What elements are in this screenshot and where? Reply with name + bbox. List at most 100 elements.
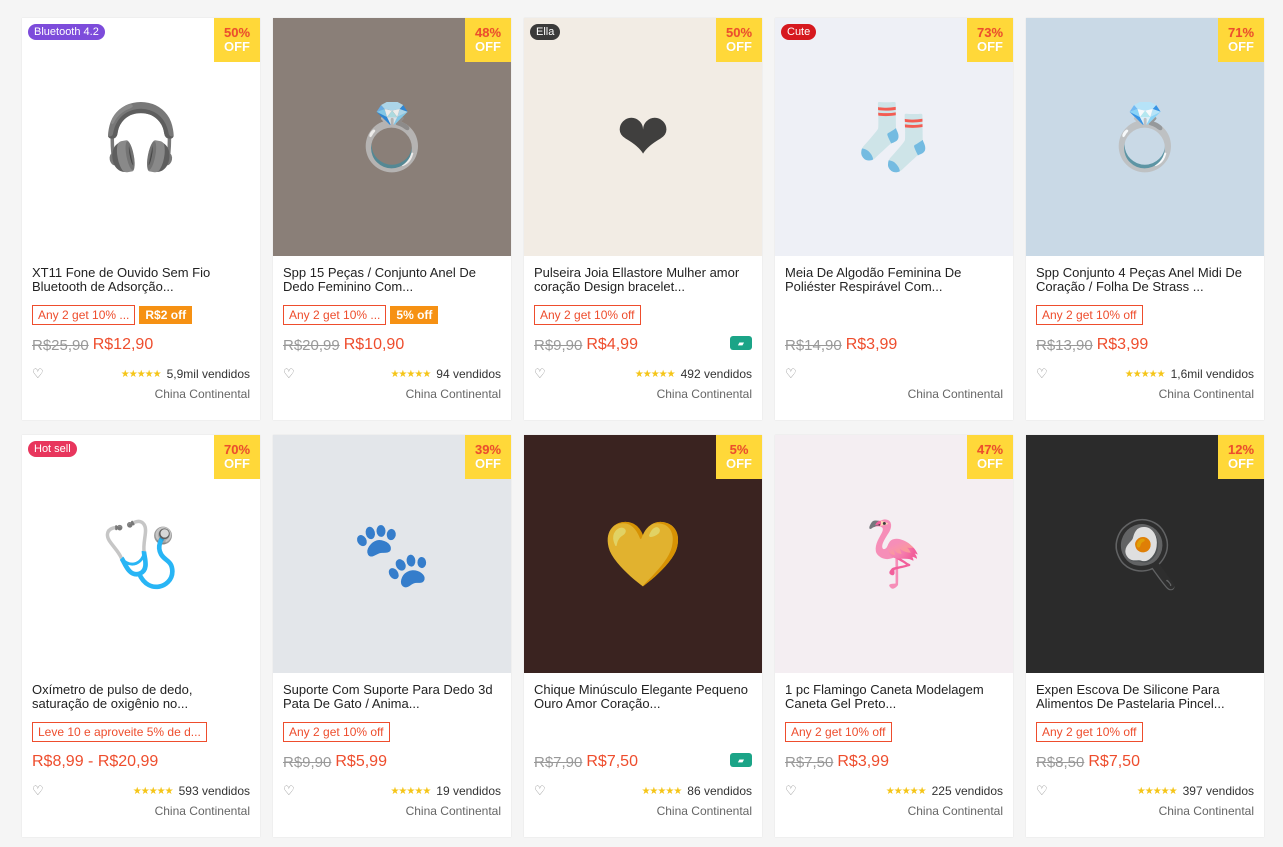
promo-tag: Any 2 get 10% off xyxy=(1036,305,1143,325)
product-image-art: 💛 xyxy=(603,517,683,590)
product-card[interactable]: 🍳 12% OFF Expen Escova De Silicone Para … xyxy=(1026,435,1264,837)
promo-discount-tag: 5% off xyxy=(390,306,439,324)
heart-outline-icon[interactable]: ♡ xyxy=(785,366,803,382)
sold-count: 86 vendidos xyxy=(687,784,752,798)
corner-badge: Ella xyxy=(530,24,561,40)
discount-badge: 50% OFF xyxy=(716,18,762,62)
product-name[interactable]: XT11 Fone de Ouvido Sem Fio Bluetooth de… xyxy=(22,256,260,294)
heart-outline-icon[interactable]: ♡ xyxy=(283,366,301,382)
product-name[interactable]: Chique Minúsculo Elegante Pequeno Ouro A… xyxy=(524,673,762,711)
meta-row: ♡ ★★★★★ 19 vendidos xyxy=(273,773,511,799)
product-card[interactable]: 💍 71% OFF Spp Conjunto 4 Peças Anel Midi… xyxy=(1026,18,1264,420)
promo-tag: Leve 10 e aproveite 5% de d... xyxy=(32,722,207,742)
price-row: R$14,90 R$3,99 ▰ xyxy=(775,326,1013,356)
shipping-location: China Continental xyxy=(154,387,250,401)
shipping-location: China Continental xyxy=(154,804,250,818)
discount-percent: 71% xyxy=(1227,25,1255,40)
product-name[interactable]: Spp Conjunto 4 Peças Anel Midi De Coraçã… xyxy=(1026,256,1264,294)
discount-badge: 47% OFF xyxy=(967,435,1013,479)
sold-count: 5,9mil vendidos xyxy=(166,367,250,381)
product-card[interactable]: 🎧 Bluetooth 4.2 50% OFF XT11 Fone de Ouv… xyxy=(22,18,260,420)
product-name[interactable]: Expen Escova De Silicone Para Alimentos … xyxy=(1026,673,1264,711)
heart-outline-icon[interactable]: ♡ xyxy=(283,783,301,799)
product-image[interactable]: 🎧 Bluetooth 4.2 50% OFF xyxy=(22,18,260,256)
meta-row: ♡ ★★★★★ 86 vendidos xyxy=(524,773,762,799)
discount-off-label: OFF xyxy=(977,456,1003,471)
product-image[interactable]: 🩺 Hot sell 70% OFF xyxy=(22,435,260,673)
sale-price: R$12,90 xyxy=(92,336,154,353)
product-name[interactable]: Oxímetro de pulso de dedo, saturação de … xyxy=(22,673,260,711)
price-row: R$13,90 R$3,99 ▰ xyxy=(1026,326,1264,356)
heart-outline-icon[interactable]: ♡ xyxy=(32,783,50,799)
rating-stars: ★★★★★ xyxy=(390,368,431,380)
corner-badge: Bluetooth 4.2 xyxy=(28,24,105,40)
price-row: R$7,50 R$3,99 ▰ xyxy=(775,743,1013,773)
discount-off-label: OFF xyxy=(224,456,250,471)
meta-row: ♡ xyxy=(775,356,1013,382)
discount-badge: 12% OFF xyxy=(1218,435,1264,479)
rating-stars: ★★★★★ xyxy=(641,785,682,797)
sale-price: R$7,50 xyxy=(1088,753,1140,770)
price-row: R$8,50 R$7,50 ▰ xyxy=(1026,743,1264,773)
rating-stars: ★★★★★ xyxy=(885,785,927,797)
discount-badge: 39% OFF xyxy=(465,435,511,479)
product-name[interactable]: Spp 15 Peças / Conjunto Anel De Dedo Fem… xyxy=(273,256,511,294)
shipping-location: China Continental xyxy=(1158,387,1254,401)
sale-price: R$3,99 xyxy=(1096,336,1149,353)
rating-stars: ★★★★★ xyxy=(1136,785,1178,797)
product-card[interactable]: 🧦 Cute 73% OFF Meia De Algodão Feminina … xyxy=(775,18,1013,420)
product-image[interactable]: 💍 71% OFF xyxy=(1026,18,1264,256)
product-name[interactable]: Meia De Algodão Feminina De Poliéster Re… xyxy=(775,256,1013,294)
product-image-art: 🩺 xyxy=(101,517,181,590)
heart-outline-icon[interactable]: ♡ xyxy=(1036,783,1054,799)
product-name[interactable]: Pulseira Joia Ellastore Mulher amor cora… xyxy=(524,256,762,294)
product-image[interactable]: 🦩 47% OFF xyxy=(775,435,1013,673)
promo-row: Any 2 get 10% off xyxy=(775,711,1013,743)
sold-count: 1,6mil vendidos xyxy=(1170,367,1254,381)
price-row: R$9,90 R$4,99 ▰ xyxy=(524,326,762,356)
shipping-location: China Continental xyxy=(907,804,1003,818)
discount-percent: 5% xyxy=(729,442,749,457)
price-row: R$7,90 R$7,50 ▰ xyxy=(524,743,762,773)
price-row: R$25,90 R$12,90 ▰ xyxy=(22,326,260,356)
product-name[interactable]: 1 pc Flamingo Caneta Modelagem Caneta Ge… xyxy=(775,673,1013,711)
product-image[interactable]: 💛 5% OFF xyxy=(524,435,762,673)
promo-discount-tag: R$2 off xyxy=(139,306,193,324)
product-card[interactable]: ❤ Ella 50% OFF Pulseira Joia Ellastore M… xyxy=(524,18,762,420)
shipping-location: China Continental xyxy=(405,804,501,818)
sale-price: R$4,99 xyxy=(586,336,638,353)
promo-row: Any 2 get 10% ... R$2 off xyxy=(22,294,260,326)
product-image[interactable]: 🍳 12% OFF xyxy=(1026,435,1264,673)
product-card[interactable]: 💛 5% OFF Chique Minúsculo Elegante Peque… xyxy=(524,435,762,837)
discount-off-label: OFF xyxy=(977,39,1003,54)
price-row: R$8,99 - R$20,99 ▰ xyxy=(22,743,260,773)
product-card[interactable]: 🩺 Hot sell 70% OFF Oxímetro de pulso de … xyxy=(22,435,260,837)
discount-percent: 12% xyxy=(1227,442,1255,457)
product-card[interactable]: 🦩 47% OFF 1 pc Flamingo Caneta Modelagem… xyxy=(775,435,1013,837)
promo-row: Any 2 get 10% off xyxy=(273,711,511,743)
product-name[interactable]: Suporte Com Suporte Para Dedo 3d Pata De… xyxy=(273,673,511,711)
sale-price: R$8,99 - R$20,99 xyxy=(32,753,159,770)
heart-outline-icon[interactable]: ♡ xyxy=(785,783,803,799)
heart-outline-icon[interactable]: ♡ xyxy=(32,366,50,382)
product-image[interactable]: ❤ Ella 50% OFF xyxy=(524,18,762,256)
product-card[interactable]: 💍 48% OFF Spp 15 Peças / Conjunto Anel D… xyxy=(273,18,511,420)
shipping-location: China Continental xyxy=(907,387,1003,401)
product-image[interactable]: 💍 48% OFF xyxy=(273,18,511,256)
meta-row: ♡ ★★★★★ 492 vendidos xyxy=(524,356,762,382)
heart-outline-icon[interactable]: ♡ xyxy=(1036,366,1054,382)
discount-badge: 48% OFF xyxy=(465,18,511,62)
sold-count: 19 vendidos xyxy=(436,784,501,798)
heart-outline-icon[interactable]: ♡ xyxy=(534,366,552,382)
original-price: R$20,99 xyxy=(283,336,340,354)
product-image[interactable]: 🧦 Cute 73% OFF xyxy=(775,18,1013,256)
promo-tag: Any 2 get 10% off xyxy=(1036,722,1143,742)
product-card[interactable]: 🐾 39% OFF Suporte Com Suporte Para Dedo … xyxy=(273,435,511,837)
product-image[interactable]: 🐾 39% OFF xyxy=(273,435,511,673)
discount-percent: 50% xyxy=(223,25,251,40)
discount-percent: 70% xyxy=(223,442,251,457)
heart-outline-icon[interactable]: ♡ xyxy=(534,783,552,799)
price-row: R$9,90 R$5,99 ▰ xyxy=(273,743,511,773)
discount-badge: 5% OFF xyxy=(716,435,762,479)
discount-percent: 48% xyxy=(474,25,502,40)
